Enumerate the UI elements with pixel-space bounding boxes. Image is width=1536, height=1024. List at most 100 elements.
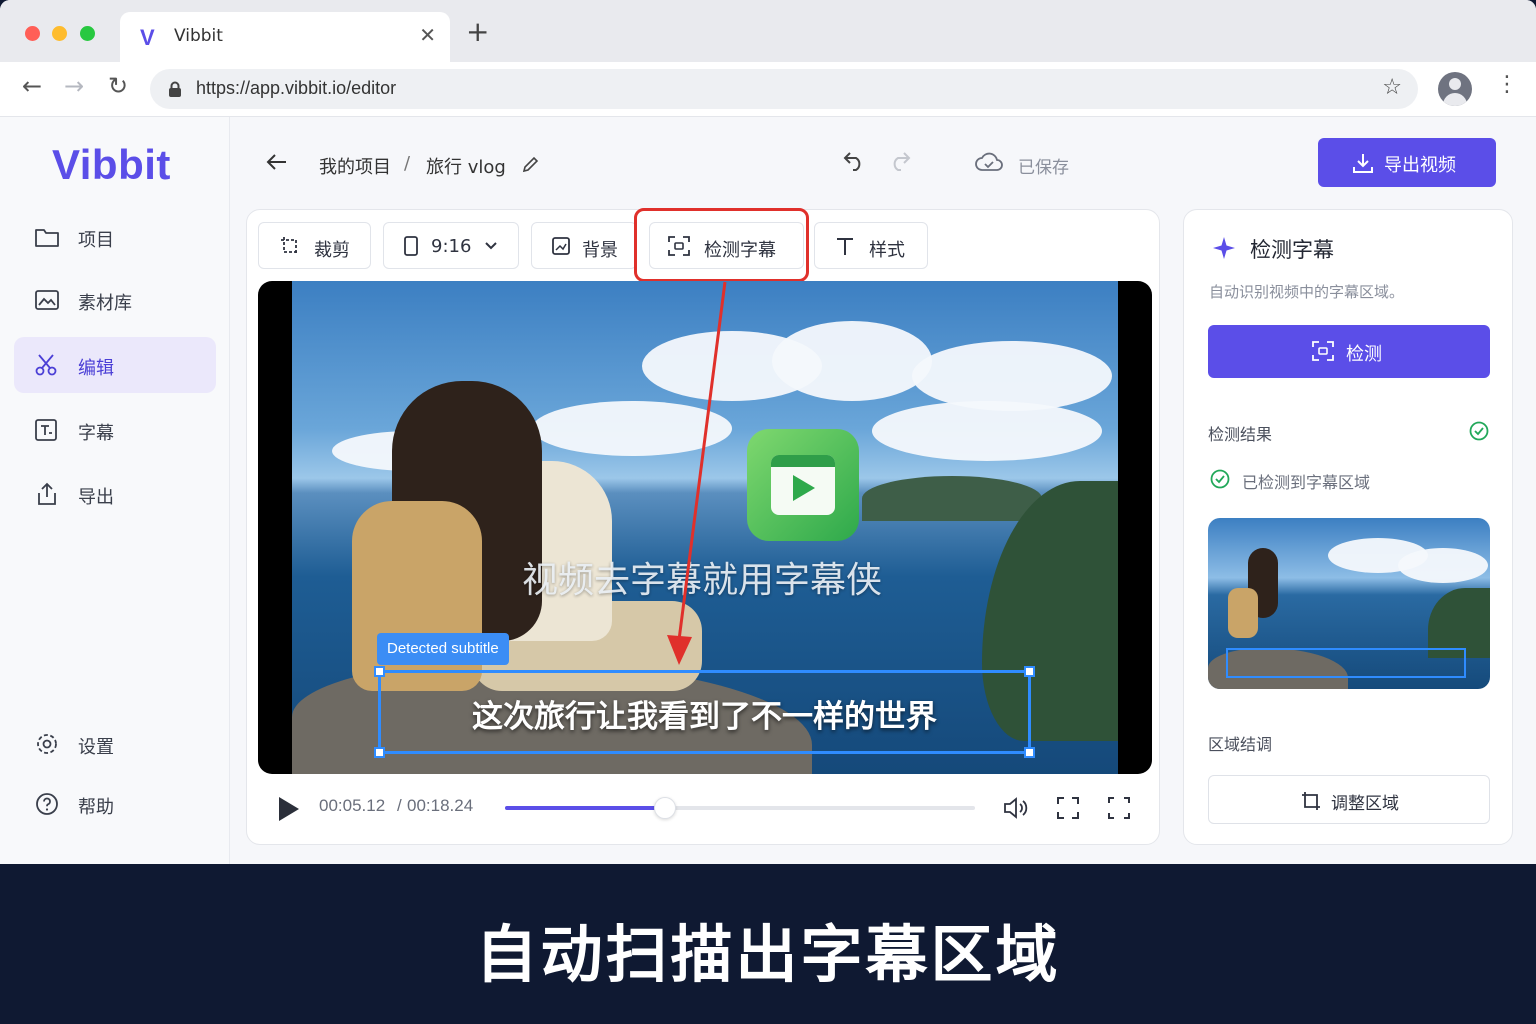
export-video-button[interactable]: 导出视频	[1318, 138, 1496, 187]
breadcrumb-separator: /	[404, 153, 411, 174]
chevron-down-icon	[485, 242, 497, 250]
watermark-logo-icon	[747, 429, 859, 541]
adjust-region-button[interactable]: 调整区域	[1208, 775, 1490, 824]
detect-button[interactable]: 检测	[1208, 325, 1490, 378]
sidebar-item-label: 设置	[78, 737, 114, 758]
tab-title: Vibbit	[174, 26, 223, 46]
sidebar-item-label: 帮助	[78, 797, 114, 818]
caption-text: 自动扫描出字幕区域	[475, 918, 1061, 991]
background-icon	[552, 237, 570, 255]
minimize-window-button[interactable]	[52, 26, 67, 41]
caption-banner: 自动扫描出字幕区域	[0, 864, 1536, 1024]
result-text: 已检测到字幕区域	[1242, 473, 1371, 492]
image-icon	[35, 290, 59, 310]
browser-window: V Vibbit ✕ + ← → ↻ https://app.vibbit.io…	[0, 0, 1536, 864]
tab-bar: V Vibbit ✕ +	[0, 0, 1536, 62]
editor-card: 裁剪 9:16 背景 检测字幕 样式 视频去字幕就用字幕侠 Detected s…	[246, 208, 1160, 845]
browser-menu-icon[interactable]: ⋮	[1496, 74, 1518, 96]
scissors-icon	[35, 354, 57, 376]
time-separator: /	[397, 796, 402, 815]
aspect-ratio-value: 9:16	[431, 236, 472, 257]
resize-handle[interactable]	[374, 747, 385, 758]
style-button[interactable]: 样式	[814, 222, 928, 269]
progress-bar[interactable]	[505, 797, 975, 819]
detect-subtitle-panel: 检测字幕 自动识别视频中的字幕区域。 检测 检测结果 已检测到字幕区域 区域结调	[1183, 209, 1513, 845]
detected-subtitle-tag: Detected subtitle	[377, 633, 509, 665]
resize-handle[interactable]	[1024, 747, 1035, 758]
sidebar-item-export[interactable]: 导出	[14, 466, 216, 522]
browser-tab[interactable]: V Vibbit ✕	[120, 12, 450, 62]
sidebar-item-label: 项目	[78, 230, 114, 251]
sidebar: Vibbit 项目 素材库 编辑 字幕 导出 设置 帮助	[0, 117, 230, 864]
bookmark-star-icon[interactable]: ☆	[1382, 75, 1402, 100]
phone-icon	[404, 236, 418, 256]
progress-knob[interactable]	[653, 797, 676, 819]
crop-label: 裁剪	[314, 240, 350, 261]
share-icon	[38, 482, 56, 505]
detection-thumbnail	[1208, 518, 1490, 689]
url-field[interactable]: https://app.vibbit.io/editor ☆	[150, 69, 1418, 109]
project-name: 旅行 vlog	[426, 157, 506, 178]
save-status: 已保存	[1018, 158, 1069, 178]
watermark-text: 视频去字幕就用字幕侠	[521, 560, 882, 601]
background-button[interactable]: 背景	[531, 222, 637, 269]
result-section-label: 检测结果	[1208, 425, 1273, 444]
folder-icon	[35, 229, 59, 247]
vibbit-favicon-icon: V	[140, 25, 155, 50]
fit-screen-icon[interactable]	[1056, 796, 1080, 820]
download-icon	[1353, 154, 1373, 173]
sidebar-item-label: 编辑	[78, 358, 114, 379]
breadcrumb-root[interactable]: 我的项目	[319, 153, 391, 179]
redo-icon[interactable]	[888, 150, 912, 172]
address-bar: ← → ↻ https://app.vibbit.io/editor ☆ ⋮	[0, 62, 1536, 117]
crop-icon	[1302, 792, 1320, 810]
crop-button[interactable]: 裁剪	[258, 222, 371, 269]
thumbnail-subtitle-region	[1226, 648, 1466, 678]
sidebar-item-edit[interactable]: 编辑	[14, 337, 216, 393]
editor-app: Vibbit 项目 素材库 编辑 字幕 导出 设置 帮助 我的项目 / 旅行 v…	[0, 117, 1536, 864]
editor-header: 我的项目 / 旅行 vlog 已保存 导出视频	[230, 117, 1536, 209]
back-arrow-icon[interactable]	[266, 151, 288, 173]
resize-handle[interactable]	[1024, 666, 1035, 677]
close-tab-icon[interactable]: ✕	[419, 23, 436, 47]
style-label: 样式	[869, 240, 905, 261]
progress-fill	[505, 806, 665, 810]
scan-icon	[1312, 341, 1334, 361]
crop-icon	[281, 237, 299, 255]
sidebar-item-subtitles[interactable]: 字幕	[14, 402, 216, 458]
play-button[interactable]	[279, 797, 299, 821]
new-tab-icon[interactable]: +	[466, 18, 489, 46]
forward-icon[interactable]: →	[64, 74, 84, 98]
maximize-window-button[interactable]	[80, 26, 95, 41]
check-circle-icon	[1469, 421, 1489, 441]
sidebar-item-label: 素材库	[78, 293, 132, 314]
undo-icon[interactable]	[842, 150, 866, 172]
text-style-icon	[837, 238, 853, 255]
aspect-ratio-select[interactable]: 9:16	[383, 222, 519, 269]
help-icon	[36, 793, 58, 815]
current-time: 00:05.12	[319, 796, 386, 815]
check-circle-icon	[1210, 469, 1230, 489]
subtitle-icon	[35, 419, 57, 441]
profile-avatar[interactable]	[1438, 72, 1472, 106]
video-preview[interactable]: 视频去字幕就用字幕侠 Detected subtitle 这次旅行让我看到了不一…	[258, 281, 1152, 774]
volume-icon[interactable]	[1003, 796, 1031, 820]
sidebar-item-help[interactable]: 帮助	[14, 776, 216, 832]
close-window-button[interactable]	[25, 26, 40, 41]
back-icon[interactable]: ←	[22, 74, 42, 98]
background-label: 背景	[582, 240, 618, 261]
panel-title: 检测字幕	[1250, 238, 1334, 262]
resize-handle[interactable]	[374, 666, 385, 677]
brand-logo: Vibbit	[52, 141, 171, 188]
sidebar-item-label: 导出	[78, 487, 114, 508]
panel-description: 自动识别视频中的字幕区域。	[1209, 283, 1405, 301]
cloud-check-icon	[975, 152, 1003, 171]
url-text: https://app.vibbit.io/editor	[196, 78, 397, 98]
pencil-icon[interactable]	[522, 155, 540, 173]
reload-icon[interactable]: ↻	[108, 74, 128, 98]
detect-button-label: 检测	[1346, 344, 1382, 365]
sidebar-item-projects[interactable]: 项目	[14, 209, 216, 265]
sidebar-item-assets[interactable]: 素材库	[14, 272, 216, 328]
sidebar-item-settings[interactable]: 设置	[14, 716, 216, 772]
fullscreen-icon[interactable]	[1107, 796, 1131, 820]
